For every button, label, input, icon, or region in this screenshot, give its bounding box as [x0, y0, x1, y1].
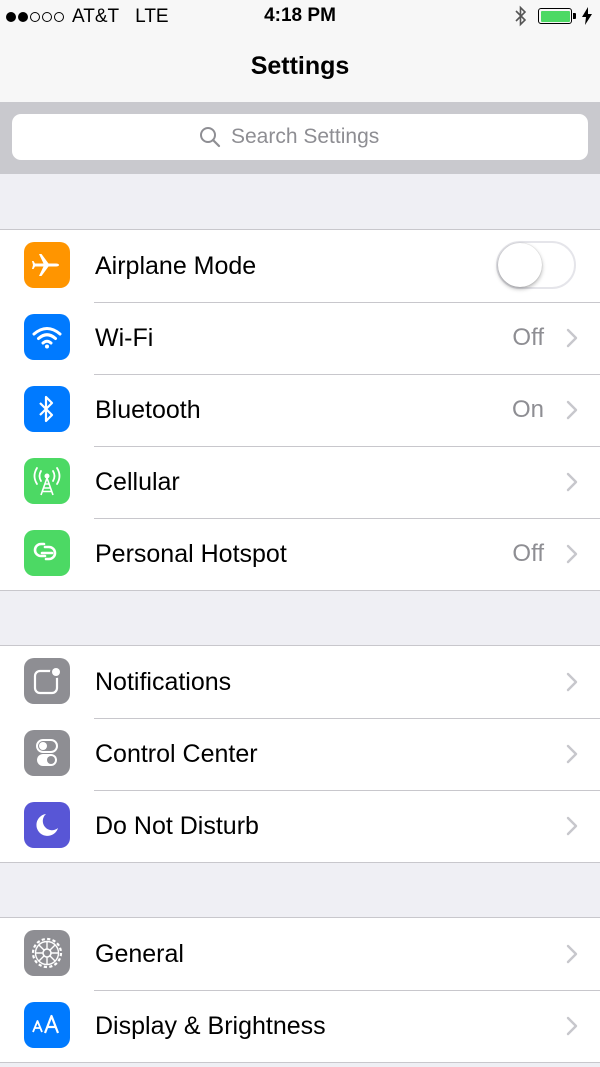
row-label: Personal Hotspot — [95, 540, 287, 568]
status-time: 4:18 PM — [264, 5, 336, 26]
text-size-icon — [24, 1002, 70, 1048]
settings-row-cellular[interactable]: Cellular — [0, 446, 600, 518]
charging-bolt-icon — [582, 7, 592, 25]
settings-row-airplane-mode[interactable]: Airplane Mode — [0, 230, 600, 302]
moon-icon — [24, 802, 70, 848]
search-area — [0, 102, 600, 174]
bluetooth-icon — [24, 386, 70, 432]
chevron-right-icon — [566, 328, 578, 348]
notifications-icon — [24, 658, 70, 704]
chevron-right-icon — [566, 816, 578, 836]
chevron-right-icon — [566, 472, 578, 492]
navigation-bar: Settings — [0, 36, 600, 102]
settings-row-do-not-disturb[interactable]: Do Not Disturb — [0, 790, 600, 862]
row-label: General — [95, 940, 184, 968]
gear-icon — [24, 930, 70, 976]
control-center-icon — [24, 730, 70, 776]
wifi-icon — [24, 314, 70, 360]
status-bar-right — [514, 5, 592, 27]
cellular-antenna-icon — [24, 458, 70, 504]
row-label: Wi-Fi — [95, 324, 154, 352]
airplane-mode-toggle[interactable] — [496, 241, 576, 289]
settings-row-notifications[interactable]: Notifications — [0, 646, 600, 718]
bluetooth-status-icon — [515, 5, 527, 27]
settings-row-general[interactable]: General — [0, 918, 600, 990]
settings-group-general: General Display & Brightness — [0, 917, 600, 1063]
row-label: Bluetooth — [95, 396, 201, 424]
chevron-right-icon — [566, 400, 578, 420]
row-label: Do Not Disturb — [95, 812, 259, 840]
chevron-right-icon — [566, 672, 578, 692]
airplane-icon — [24, 242, 70, 288]
search-input[interactable] — [231, 125, 401, 149]
page-title: Settings — [250, 52, 350, 80]
battery-icon — [538, 8, 576, 24]
row-label: Display & Brightness — [95, 1012, 326, 1040]
row-label: Control Center — [95, 740, 258, 768]
hotspot-link-icon — [24, 530, 70, 576]
settings-group-notifications: Notifications Control Center Do Not Dist… — [0, 645, 600, 863]
chevron-right-icon — [566, 544, 578, 564]
settings-row-wifi[interactable]: Wi-Fi Off — [0, 302, 600, 374]
chevron-right-icon — [566, 744, 578, 764]
settings-screen: AT&T LTE 4:18 PM Settings Search Setting… — [0, 0, 600, 1067]
status-bar: AT&T LTE 4:18 PM — [0, 0, 600, 36]
chevron-right-icon — [566, 944, 578, 964]
row-label: Airplane Mode — [95, 252, 257, 280]
chevron-right-icon — [566, 1016, 578, 1036]
hotspot-status-value: Off — [512, 540, 544, 567]
settings-row-control-center[interactable]: Control Center — [0, 718, 600, 790]
search-icon — [200, 127, 221, 148]
battery-level-fill — [540, 10, 570, 22]
settings-row-personal-hotspot[interactable]: Personal Hotspot Off — [0, 518, 600, 590]
toggle-knob — [498, 243, 542, 287]
row-label: Notifications — [95, 668, 232, 696]
row-label: Cellular — [95, 468, 180, 496]
settings-row-display-brightness[interactable]: Display & Brightness — [0, 990, 600, 1062]
settings-group-connectivity: Airplane Mode Wi-Fi Off Bluetooth On Cel… — [0, 229, 600, 591]
bluetooth-status-value: On — [511, 396, 544, 423]
search-field[interactable] — [12, 114, 588, 160]
wifi-status-value: Off — [512, 324, 544, 351]
settings-row-bluetooth[interactable]: Bluetooth On — [0, 374, 600, 446]
